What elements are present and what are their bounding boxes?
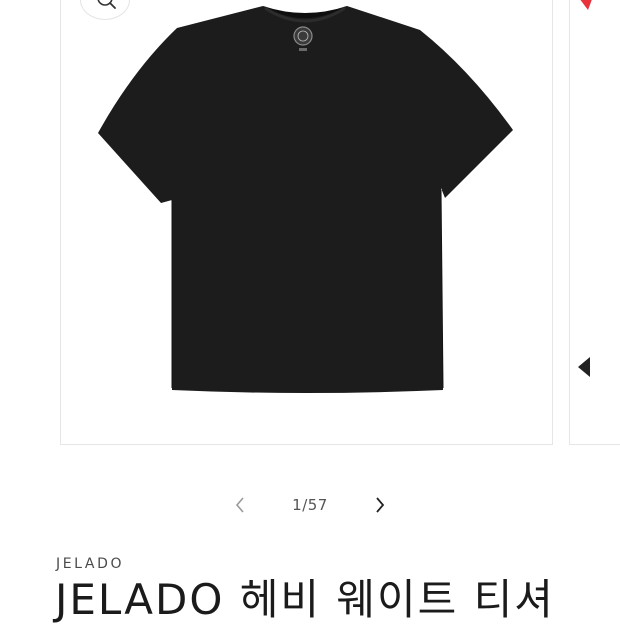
sale-badge-fragment xyxy=(580,0,592,10)
prev-slide-button[interactable] xyxy=(205,490,275,520)
slide-counter: 1/57 xyxy=(292,496,328,514)
next-slide-peek[interactable] xyxy=(569,0,620,445)
next-slide-button[interactable] xyxy=(345,490,415,520)
chevron-right-icon xyxy=(376,497,385,513)
chevron-left-icon xyxy=(235,497,244,513)
caret-left-icon xyxy=(578,357,590,377)
product-title: JELADO 헤비 웨이트 티셔 xyxy=(55,575,555,624)
slide-pager: 1/57 xyxy=(0,490,620,520)
t-shirt-image xyxy=(98,6,513,393)
